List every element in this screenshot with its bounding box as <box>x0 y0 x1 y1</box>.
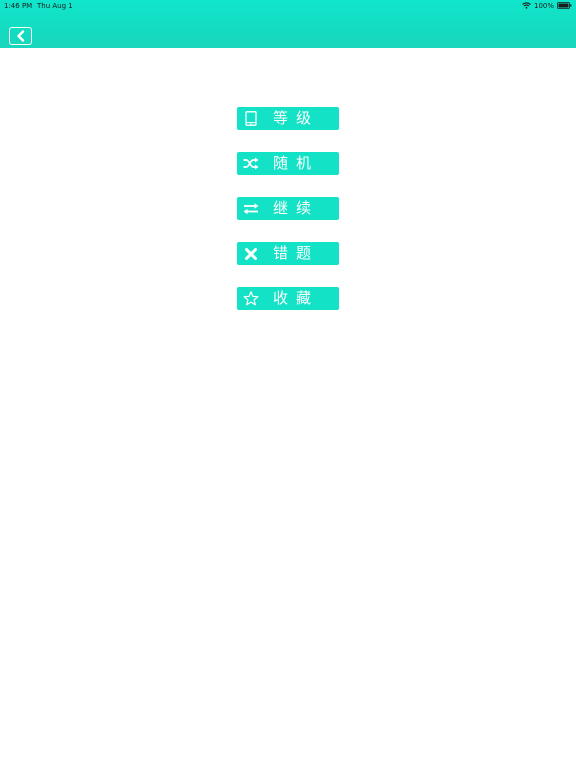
header-bar: 1:46 PM Thu Aug 1 100% <box>0 0 576 48</box>
repeat-icon <box>243 201 259 216</box>
menu-button-label: 错题 <box>273 244 320 262</box>
menu-button-continue[interactable]: 继续 <box>237 197 339 220</box>
back-button[interactable] <box>9 27 32 45</box>
menu-button-label: 随机 <box>273 154 320 172</box>
battery-icon <box>557 1 572 11</box>
menu-button-level[interactable]: 等级 <box>237 107 339 130</box>
menu-button-favorites[interactable]: 收藏 <box>237 287 339 310</box>
menu-button-random[interactable]: 随机 <box>237 152 339 175</box>
shuffle-icon <box>243 156 259 171</box>
menu-button-mistakes[interactable]: 错题 <box>237 242 339 265</box>
status-time: 1:46 PM <box>4 2 33 10</box>
wifi-icon <box>522 1 531 11</box>
tablet-icon <box>243 111 259 126</box>
menu-button-label: 收藏 <box>273 289 320 307</box>
menu-button-label: 等级 <box>273 109 320 127</box>
close-icon <box>243 246 259 261</box>
star-icon <box>243 291 259 306</box>
battery-percent: 100% <box>533 2 554 10</box>
chevron-left-icon <box>16 27 26 46</box>
status-right: 100% <box>522 1 572 11</box>
menu-button-label: 继续 <box>273 199 320 217</box>
status-date: Thu Aug 1 <box>37 2 73 10</box>
status-bar: 1:46 PM Thu Aug 1 100% <box>0 0 576 12</box>
